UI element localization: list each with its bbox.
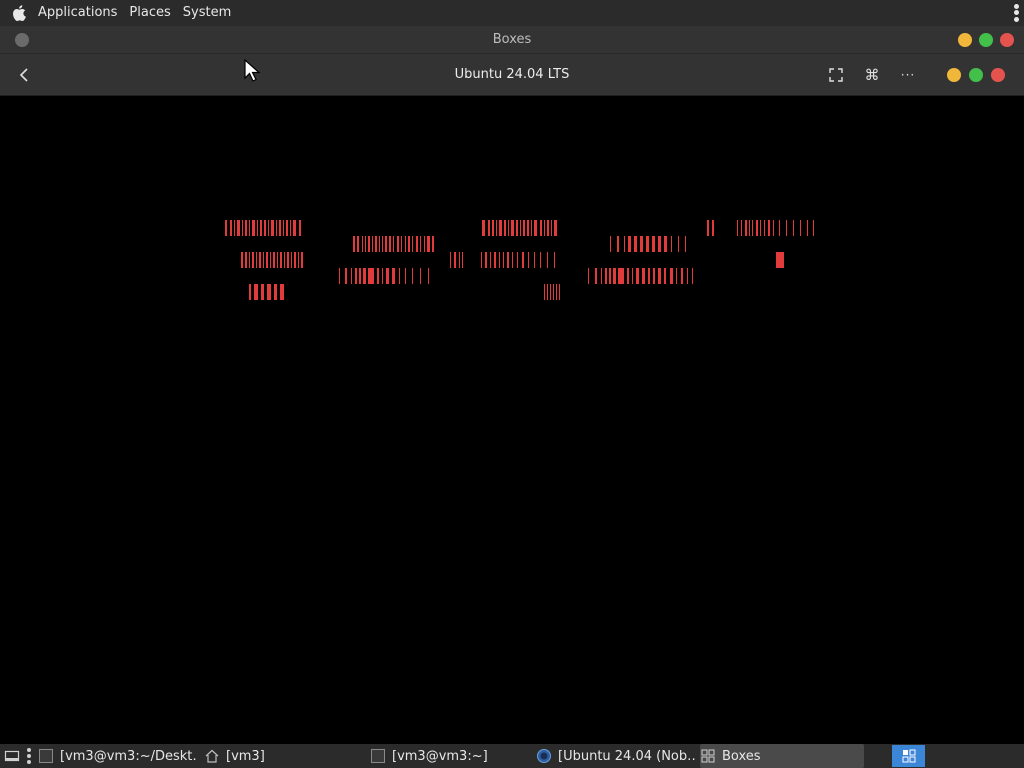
glitch-block <box>339 268 433 284</box>
taskbar-item-label: [Ubuntu 24.04 (Nob… <box>558 748 696 764</box>
vertical-dots-icon[interactable] <box>1012 3 1020 23</box>
workspace-switcher-icon[interactable] <box>892 745 925 767</box>
menu-places[interactable]: Places <box>123 0 176 26</box>
command-key-icon: ⌘ <box>864 66 880 84</box>
glitch-block <box>353 236 435 252</box>
mouse-cursor-icon <box>243 58 263 83</box>
apple-icon[interactable] <box>6 0 32 26</box>
glitch-block <box>610 236 688 252</box>
taskbar-item-label: [vm3@vm3:~] <box>392 748 488 764</box>
home-folder-icon <box>204 748 220 764</box>
glitch-block <box>482 220 560 236</box>
glitch-block <box>249 284 287 300</box>
show-desktop-icon[interactable] <box>4 748 20 764</box>
top-panel: Applications Places System <box>0 0 1024 26</box>
vm-close-button[interactable] <box>991 68 1005 82</box>
taskbar-item-boxes[interactable]: Boxes <box>700 744 864 768</box>
terminal-icon <box>38 748 54 764</box>
taskbar-item-terminal-home[interactable]: [vm3@vm3:~] <box>370 744 530 768</box>
app-headerbar: Ubuntu 24.04 LTS ⌘ ··· <box>0 54 1024 96</box>
maximize-button[interactable] <box>979 33 993 47</box>
taskbar-item-browser[interactable]: [Ubuntu 24.04 (Nob… <box>536 744 696 768</box>
glitch-block <box>544 284 562 300</box>
menu-applications[interactable]: Applications <box>32 0 123 26</box>
glitch-block <box>450 252 562 268</box>
glitch-block <box>776 252 786 268</box>
taskbar-item-label: Boxes <box>722 748 761 764</box>
vm-maximize-button[interactable] <box>969 68 983 82</box>
glitch-block <box>588 268 696 284</box>
taskbar: [vm3@vm3:~/Deskt… [vm3] [vm3@vm3:~] [Ubu… <box>0 744 1024 768</box>
glitch-block <box>241 252 305 268</box>
taskbar-item-home-folder[interactable]: [vm3] <box>204 744 364 768</box>
send-keys-button[interactable]: ⌘ <box>861 64 883 86</box>
vm-minimize-button[interactable] <box>947 68 961 82</box>
window-titlebar[interactable]: Boxes <box>0 26 1024 54</box>
glitch-block <box>225 220 305 236</box>
window-title: Boxes <box>492 32 532 47</box>
taskbar-item-label: [vm3] <box>226 748 265 764</box>
fullscreen-icon <box>829 68 843 82</box>
ellipsis-icon: ··· <box>900 68 916 82</box>
terminal-icon <box>370 748 386 764</box>
taskbar-handle-icon[interactable] <box>27 748 33 764</box>
fullscreen-button[interactable] <box>825 64 847 86</box>
taskbar-item-terminal-desktop[interactable]: [vm3@vm3:~/Deskt… <box>38 744 198 768</box>
glitch-block <box>707 220 817 236</box>
taskbar-item-label: [vm3@vm3:~/Deskt… <box>60 748 198 764</box>
browser-icon <box>536 748 552 764</box>
vm-display[interactable] <box>0 96 1024 744</box>
vm-menu-button[interactable]: ··· <box>897 64 919 86</box>
close-button[interactable] <box>1000 33 1014 47</box>
minimize-button[interactable] <box>958 33 972 47</box>
boxes-icon <box>700 748 716 764</box>
menu-system[interactable]: System <box>177 0 237 26</box>
